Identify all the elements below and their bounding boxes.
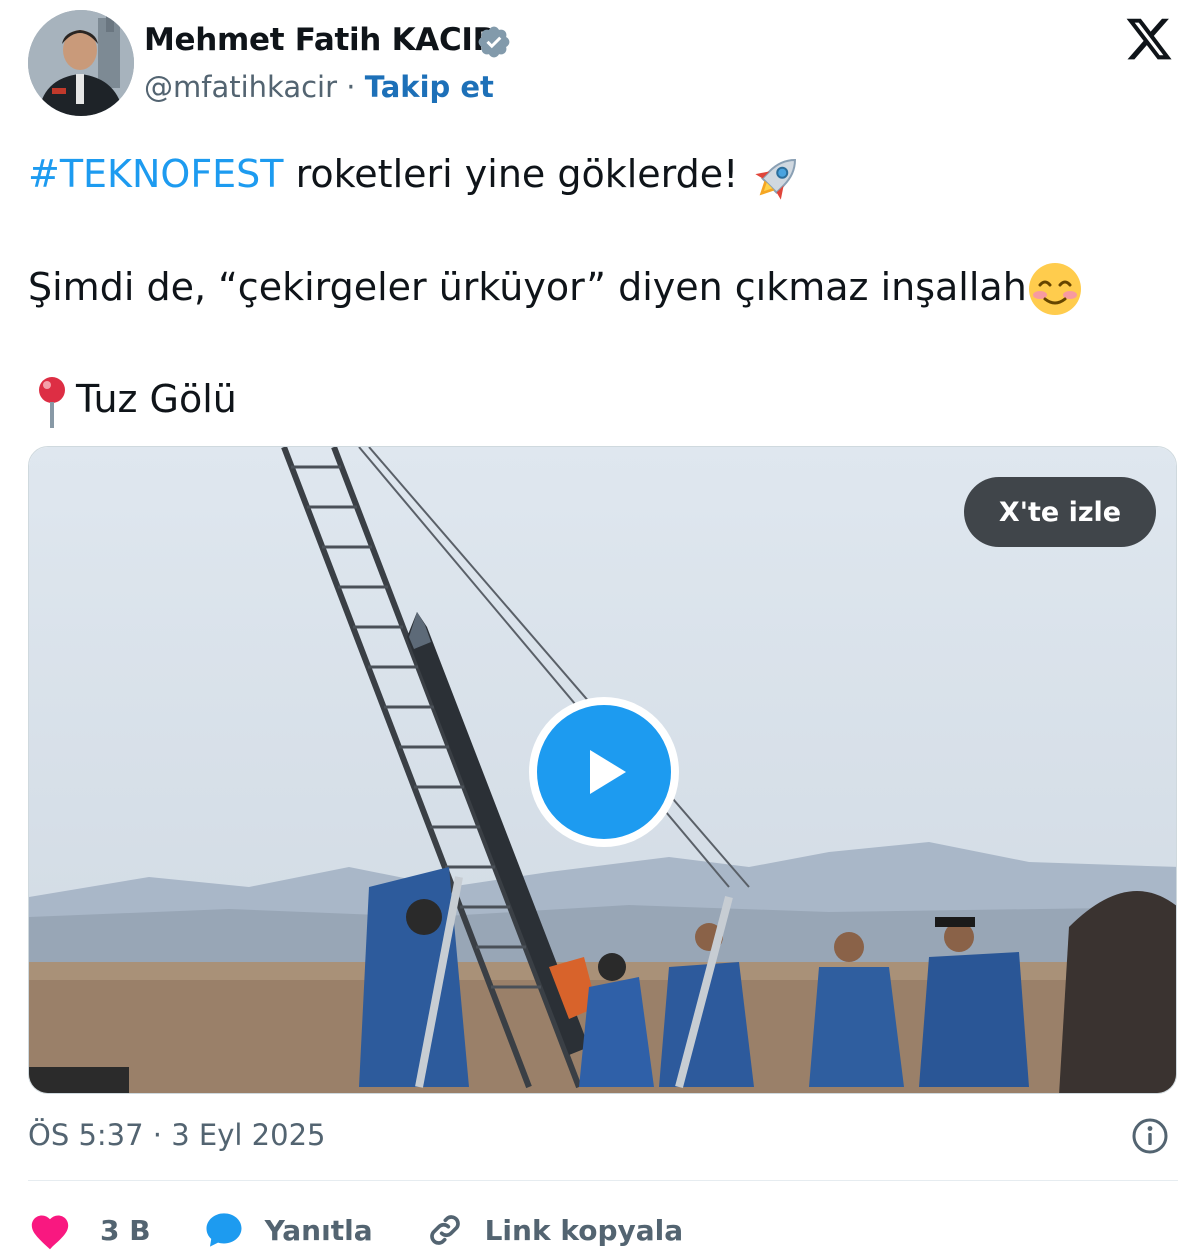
handle-row: @mfatihkacir · Takip et xyxy=(144,70,494,104)
like-button[interactable]: 3 B xyxy=(28,1210,151,1250)
action-bar: 3 B Yanıtla Link kopyala xyxy=(28,1205,735,1255)
tweet-date: 3 Eyl 2025 xyxy=(171,1118,326,1152)
tweet-timestamp[interactable]: ÖS 5:37 · 3 Eyl 2025 xyxy=(28,1118,325,1152)
tweet-time: ÖS 5:37 xyxy=(28,1118,144,1152)
rocket-emoji-icon xyxy=(755,158,797,200)
tweet-line-3-text: Tuz Gölü xyxy=(76,377,237,421)
tweet-header: Mehmet Fatih KACIR @mfatihkacir · Takip … xyxy=(28,10,1178,120)
heart-icon xyxy=(31,1215,69,1250)
author-handle[interactable]: @mfatihkacir xyxy=(144,70,337,104)
tweet-line-1-text: roketleri yine göklerde! xyxy=(283,152,751,196)
reply-bubble-icon xyxy=(206,1213,242,1247)
follow-link[interactable]: Takip et xyxy=(365,70,494,104)
play-button[interactable] xyxy=(529,697,679,847)
verified-badge-icon xyxy=(478,26,510,58)
tweet-line-2-text: Şimdi de, “çekirgeler ürküyor” diyen çık… xyxy=(28,264,1027,309)
pushpin-emoji-icon xyxy=(39,376,65,428)
info-icon[interactable] xyxy=(1130,1116,1170,1156)
tweet-line-3: Tuz Gölü xyxy=(28,371,1158,430)
reply-button[interactable]: Yanıtla xyxy=(203,1209,373,1251)
avatar[interactable] xyxy=(28,10,134,116)
tweet-line-2: Şimdi de, “çekirgeler ürküyor” diyen çık… xyxy=(28,259,1158,318)
divider xyxy=(28,1180,1178,1181)
hashtag-link[interactable]: #TEKNOFEST xyxy=(28,152,284,196)
copy-link-button[interactable]: Link kopyala xyxy=(425,1210,684,1250)
smiling-face-emoji-icon xyxy=(1028,263,1081,315)
watch-on-x-button[interactable]: X'te izle xyxy=(964,477,1156,547)
copy-link-label: Link kopyala xyxy=(484,1213,684,1247)
x-logo-icon[interactable] xyxy=(1124,14,1174,64)
link-icon xyxy=(429,1215,460,1245)
tweet-line-1: #TEKNOFEST roketleri yine göklerde! xyxy=(28,146,1158,205)
handle-separator: · xyxy=(346,70,356,104)
tweet-text: #TEKNOFEST roketleri yine göklerde! Şimd… xyxy=(28,146,1158,430)
timestamp-separator: · xyxy=(143,1118,172,1152)
reply-label: Yanıtla xyxy=(264,1213,373,1247)
author-name[interactable]: Mehmet Fatih KACIR xyxy=(144,22,497,58)
video-player[interactable]: X'te izle xyxy=(28,446,1177,1094)
play-icon xyxy=(590,750,626,794)
like-count: 3 B xyxy=(100,1213,151,1247)
